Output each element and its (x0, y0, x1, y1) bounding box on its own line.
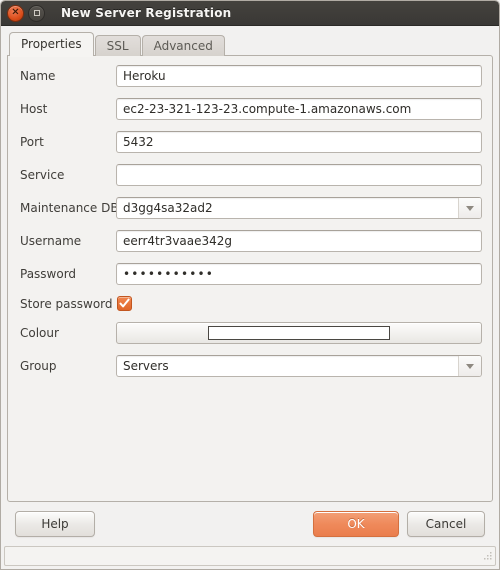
help-button[interactable]: Help (15, 511, 95, 537)
store-password-checkbox[interactable] (117, 296, 132, 311)
checkmark-icon (119, 298, 130, 308)
restore-icon[interactable] (28, 4, 45, 22)
chevron-down-glyph (466, 363, 474, 369)
tab-ssl[interactable]: SSL (94, 35, 141, 56)
ok-button[interactable]: OK (313, 511, 399, 537)
new-server-registration-dialog: × New Server Registration Properties SSL… (0, 0, 500, 570)
store-password-checkbox-cell (116, 296, 482, 311)
status-bar (4, 546, 496, 566)
host-input[interactable]: ec2-23-321-123-23.compute-1.amazonaws.co… (116, 98, 482, 120)
service-input[interactable] (116, 164, 482, 186)
password-input[interactable]: ••••••••••• (116, 263, 482, 285)
tab-properties[interactable]: Properties (9, 32, 94, 57)
label-service: Service (20, 168, 65, 182)
label-colour: Colour (20, 326, 59, 340)
colour-picker-button[interactable] (116, 322, 482, 344)
username-input[interactable]: eerr4tr3vaae342g (116, 230, 482, 252)
action-bar: Help OK Cancel (7, 502, 493, 546)
colour-swatch (208, 326, 390, 340)
close-icon[interactable]: × (7, 4, 24, 22)
group-combobox[interactable]: Servers (116, 355, 482, 377)
label-username: Username (20, 234, 82, 248)
server-properties-form: Name Heroku Host ec2-23-321-123-23.compu… (12, 65, 482, 377)
titlebar[interactable]: × New Server Registration (1, 1, 499, 26)
port-input[interactable]: 5432 (116, 131, 482, 153)
restore-square-icon (33, 10, 40, 16)
chevron-down-icon[interactable] (458, 198, 481, 218)
maintenance-db-value: d3gg4sa32ad2 (123, 201, 213, 215)
label-host: Host (20, 102, 48, 116)
tab-advanced[interactable]: Advanced (141, 35, 225, 56)
label-name: Name (20, 69, 56, 83)
dialog-body: Properties SSL Advanced Name Heroku Host… (1, 26, 499, 546)
label-port: Port (20, 135, 44, 149)
maintenance-db-combobox[interactable]: d3gg4sa32ad2 (116, 197, 482, 219)
tab-strip: Properties SSL Advanced (9, 31, 493, 57)
chevron-down-icon[interactable] (458, 356, 481, 376)
resize-grip-icon[interactable] (481, 550, 493, 562)
cancel-button[interactable]: Cancel (407, 511, 485, 537)
label-maintenance-db: Maintenance DB (20, 201, 119, 215)
label-group: Group (20, 359, 57, 373)
name-input[interactable]: Heroku (116, 65, 482, 87)
tab-panel-properties: Name Heroku Host ec2-23-321-123-23.compu… (7, 55, 493, 502)
label-store-password: Store password (20, 296, 113, 311)
group-value: Servers (123, 359, 169, 373)
chevron-down-glyph (466, 205, 474, 211)
close-glyph: × (11, 6, 20, 18)
label-password: Password (20, 267, 77, 281)
window-title: New Server Registration (61, 6, 232, 20)
